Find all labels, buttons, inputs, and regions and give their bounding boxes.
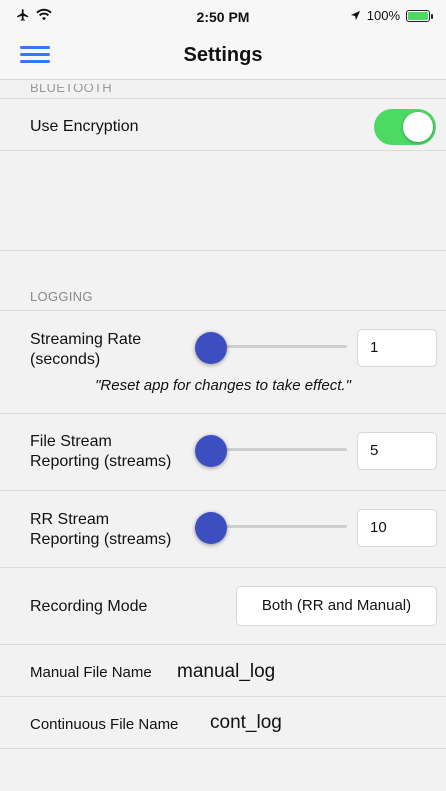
status-bar: 2:50 PM 100% <box>0 0 446 34</box>
battery-percent: 100% <box>366 8 400 23</box>
divider <box>0 98 446 99</box>
navigation-bar: Settings <box>0 34 446 80</box>
divider <box>0 150 446 151</box>
divider <box>0 413 446 414</box>
rr-stream-label-line2: Reporting (streams) <box>30 531 172 548</box>
file-stream-label: File Stream Reporting (streams) <box>30 432 171 472</box>
streaming-rate-input[interactable]: 1 <box>357 329 437 367</box>
rr-stream-label: RR Stream Reporting (streams) <box>30 510 171 550</box>
toggle-knob <box>403 112 433 142</box>
use-encryption-label: Use Encryption <box>30 118 139 135</box>
manual-file-name-label: Manual File Name <box>30 664 152 681</box>
file-stream-input[interactable]: 5 <box>357 432 437 470</box>
slider-thumb[interactable] <box>195 512 227 544</box>
rr-stream-slider[interactable] <box>195 512 347 544</box>
rr-stream-label-line1: RR Stream <box>30 511 110 528</box>
section-header-bluetooth: BLUETOOTH <box>30 80 112 95</box>
manual-file-name-field[interactable]: manual_log <box>177 661 275 683</box>
divider <box>0 644 446 645</box>
recording-mode-label: Recording Mode <box>30 598 148 615</box>
continuous-file-name-label: Continuous File Name <box>30 716 179 733</box>
file-stream-label-line1: File Stream <box>30 433 112 450</box>
battery-charging-icon <box>406 9 433 22</box>
page-title: Settings <box>183 44 263 66</box>
streaming-rate-label: Streaming Rate (seconds) <box>30 330 141 370</box>
recording-mode-select[interactable]: Both (RR and Manual) <box>236 586 437 626</box>
rr-stream-input[interactable]: 10 <box>357 509 437 547</box>
divider <box>0 748 446 749</box>
reset-note: "Reset app for changes to take effect." <box>95 377 351 394</box>
status-right-icons: 100% <box>350 8 433 23</box>
slider-thumb[interactable] <box>195 435 227 467</box>
divider <box>0 250 446 251</box>
streaming-rate-label-line1: Streaming Rate <box>30 331 142 348</box>
use-encryption-toggle[interactable] <box>374 109 436 145</box>
section-header-logging: LOGGING <box>30 289 93 304</box>
continuous-file-name-field[interactable]: cont_log <box>210 712 282 734</box>
divider <box>0 310 446 311</box>
streaming-rate-slider[interactable] <box>195 332 347 364</box>
divider <box>0 567 446 568</box>
divider <box>0 696 446 697</box>
location-arrow-icon <box>350 10 360 21</box>
file-stream-label-line2: Reporting (streams) <box>30 453 172 470</box>
divider <box>0 490 446 491</box>
file-stream-slider[interactable] <box>195 435 347 467</box>
slider-thumb[interactable] <box>195 332 227 364</box>
streaming-rate-label-line2: (seconds) <box>30 351 101 368</box>
